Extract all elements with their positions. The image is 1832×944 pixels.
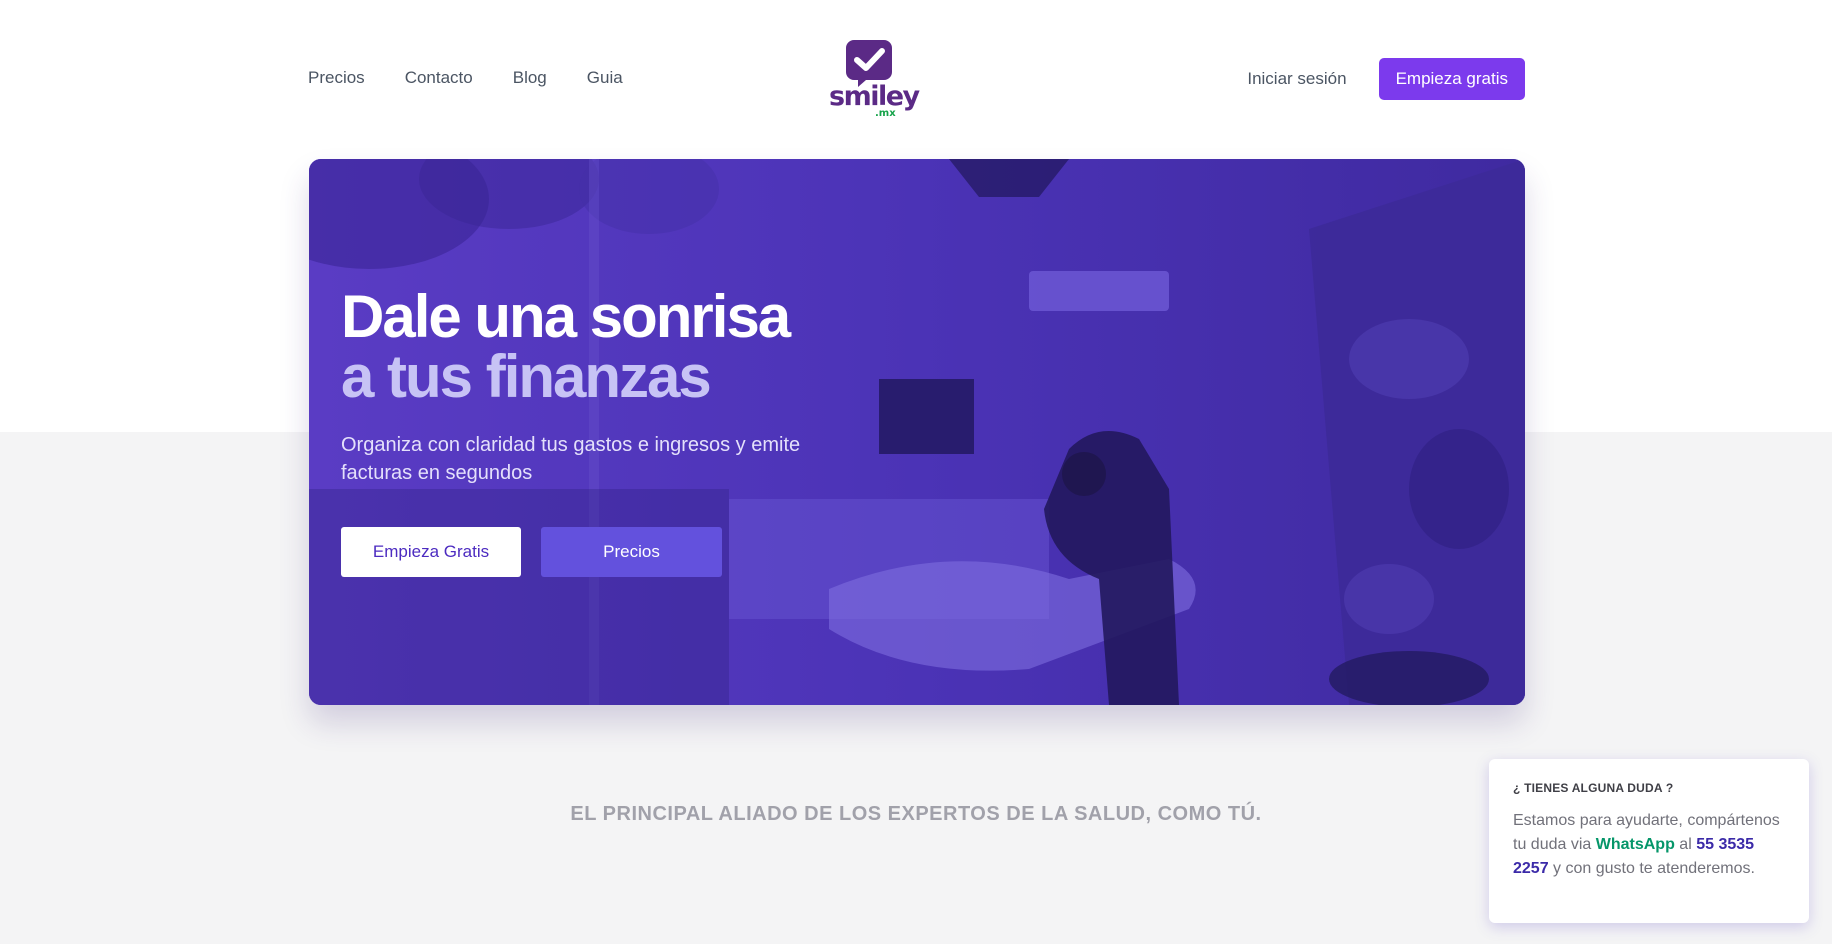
account-nav: Iniciar sesión Empieza gratis — [1247, 58, 1525, 100]
nav-link-contacto[interactable]: Contacto — [405, 68, 473, 88]
help-text-al: al — [1679, 836, 1692, 853]
hero-pricing-button[interactable]: Precios — [541, 527, 722, 577]
hero-title-line-1: Dale una sonrisa — [341, 283, 791, 350]
hero-subtitle: Organiza con claridad tus gastos e ingre… — [341, 434, 801, 484]
main-nav: Precios Contacto Blog Guia — [308, 68, 623, 88]
help-card-text: Estamos para ayudarte, compártenos tu du… — [1513, 809, 1785, 881]
logo-wordmark: smiley — [829, 81, 920, 112]
nav-link-blog[interactable]: Blog — [513, 68, 547, 88]
nav-link-precios[interactable]: Precios — [308, 68, 365, 88]
nav-link-guia[interactable]: Guia — [587, 68, 623, 88]
hero-title: Dale una sonrisa a tus finanzas — [341, 283, 791, 410]
site-header: Precios Contacto Blog Guia smiley .mx In… — [308, 38, 1525, 120]
whatsapp-link[interactable]: WhatsApp — [1596, 836, 1675, 853]
hero-actions: Empieza Gratis Precios — [341, 527, 722, 577]
help-card: ¿ TIENES ALGUNA DUDA ? Estamos para ayud… — [1489, 759, 1809, 923]
help-text-outro: y con gusto te atenderemos. — [1553, 860, 1755, 877]
hero-title-line-2: a tus finanzas — [341, 343, 712, 410]
login-link[interactable]: Iniciar sesión — [1247, 69, 1346, 89]
logo-domain: .mx — [875, 108, 896, 119]
start-free-button[interactable]: Empieza gratis — [1378, 58, 1525, 100]
hero-start-free-button[interactable]: Empieza Gratis — [341, 527, 521, 577]
help-card-title: ¿ TIENES ALGUNA DUDA ? — [1513, 781, 1674, 795]
hero-banner: Dale una sonrisa a tus finanzas Organiza… — [309, 159, 1525, 705]
smiley-logo[interactable]: smiley .mx — [829, 38, 920, 120]
